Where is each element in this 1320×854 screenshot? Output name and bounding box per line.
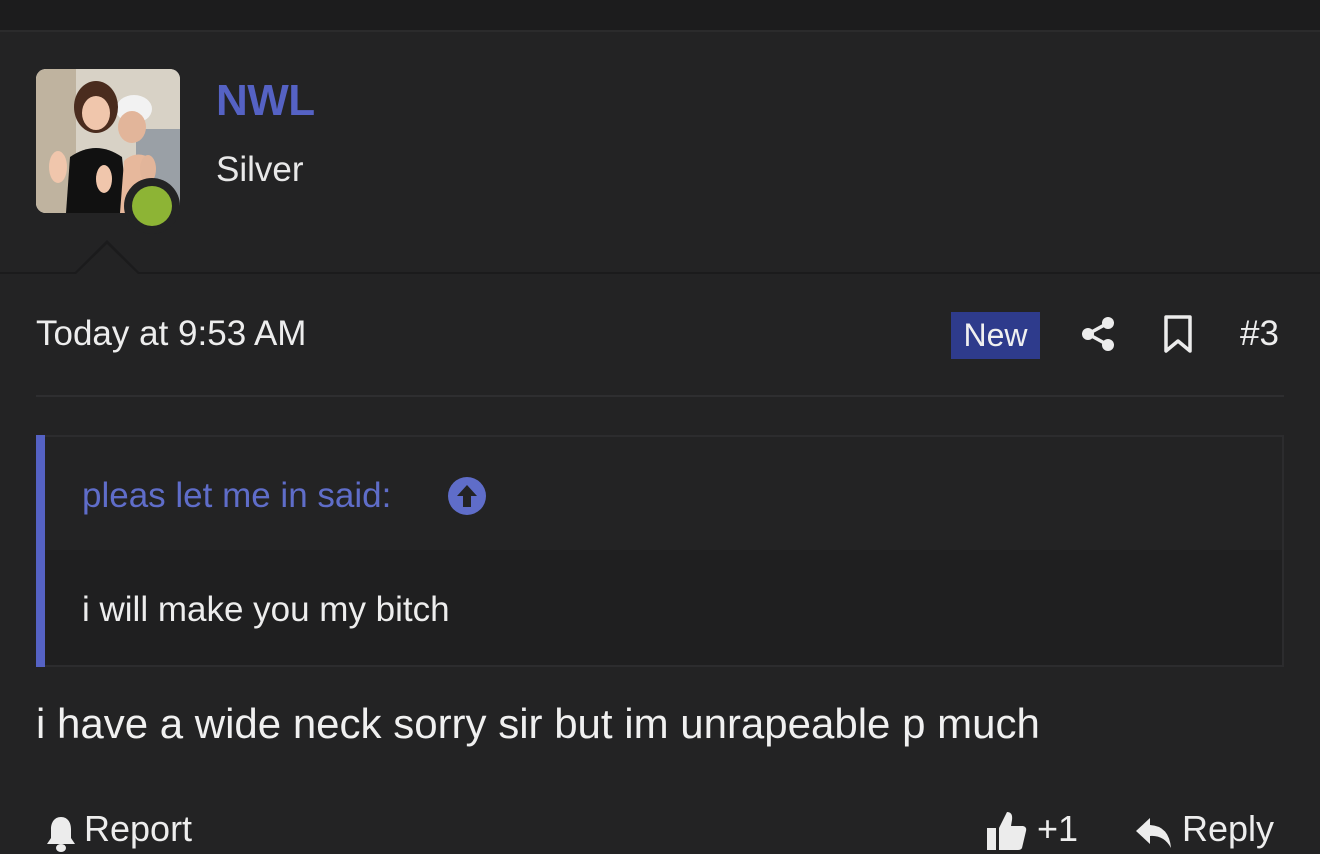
quote-text: i will make you my bitch [82,590,450,629]
reply-arrow-icon [1136,818,1171,848]
quote-author-link[interactable]: pleas let me in said: [82,476,391,516]
like-count: +1 [1037,808,1079,849]
username-link[interactable]: NWL [216,76,315,126]
new-badge: New [951,312,1040,359]
quote-accent-bar [36,435,45,667]
post-body: i have a wide neck sorry sir but im unra… [36,700,1040,747]
user-title: Silver [216,150,304,189]
post-date-link[interactable]: Today at 9:53 AM [36,314,306,354]
report-label: Report [84,808,193,849]
user-header [0,32,1320,272]
header-pointer-fill [76,244,138,274]
online-status-indicator [124,178,180,234]
meta-divider [36,395,1284,397]
top-strip [0,0,1320,32]
bookmark-icon[interactable] [1162,314,1194,354]
thumbs-up-icon [987,812,1027,850]
arrow-up-circle-icon[interactable] [447,476,487,516]
reply-label: Reply [1182,808,1275,849]
header-divider [0,272,1320,274]
bell-icon [47,817,75,852]
share-icon[interactable] [1080,316,1116,352]
post-number-link[interactable]: #3 [1240,314,1279,354]
